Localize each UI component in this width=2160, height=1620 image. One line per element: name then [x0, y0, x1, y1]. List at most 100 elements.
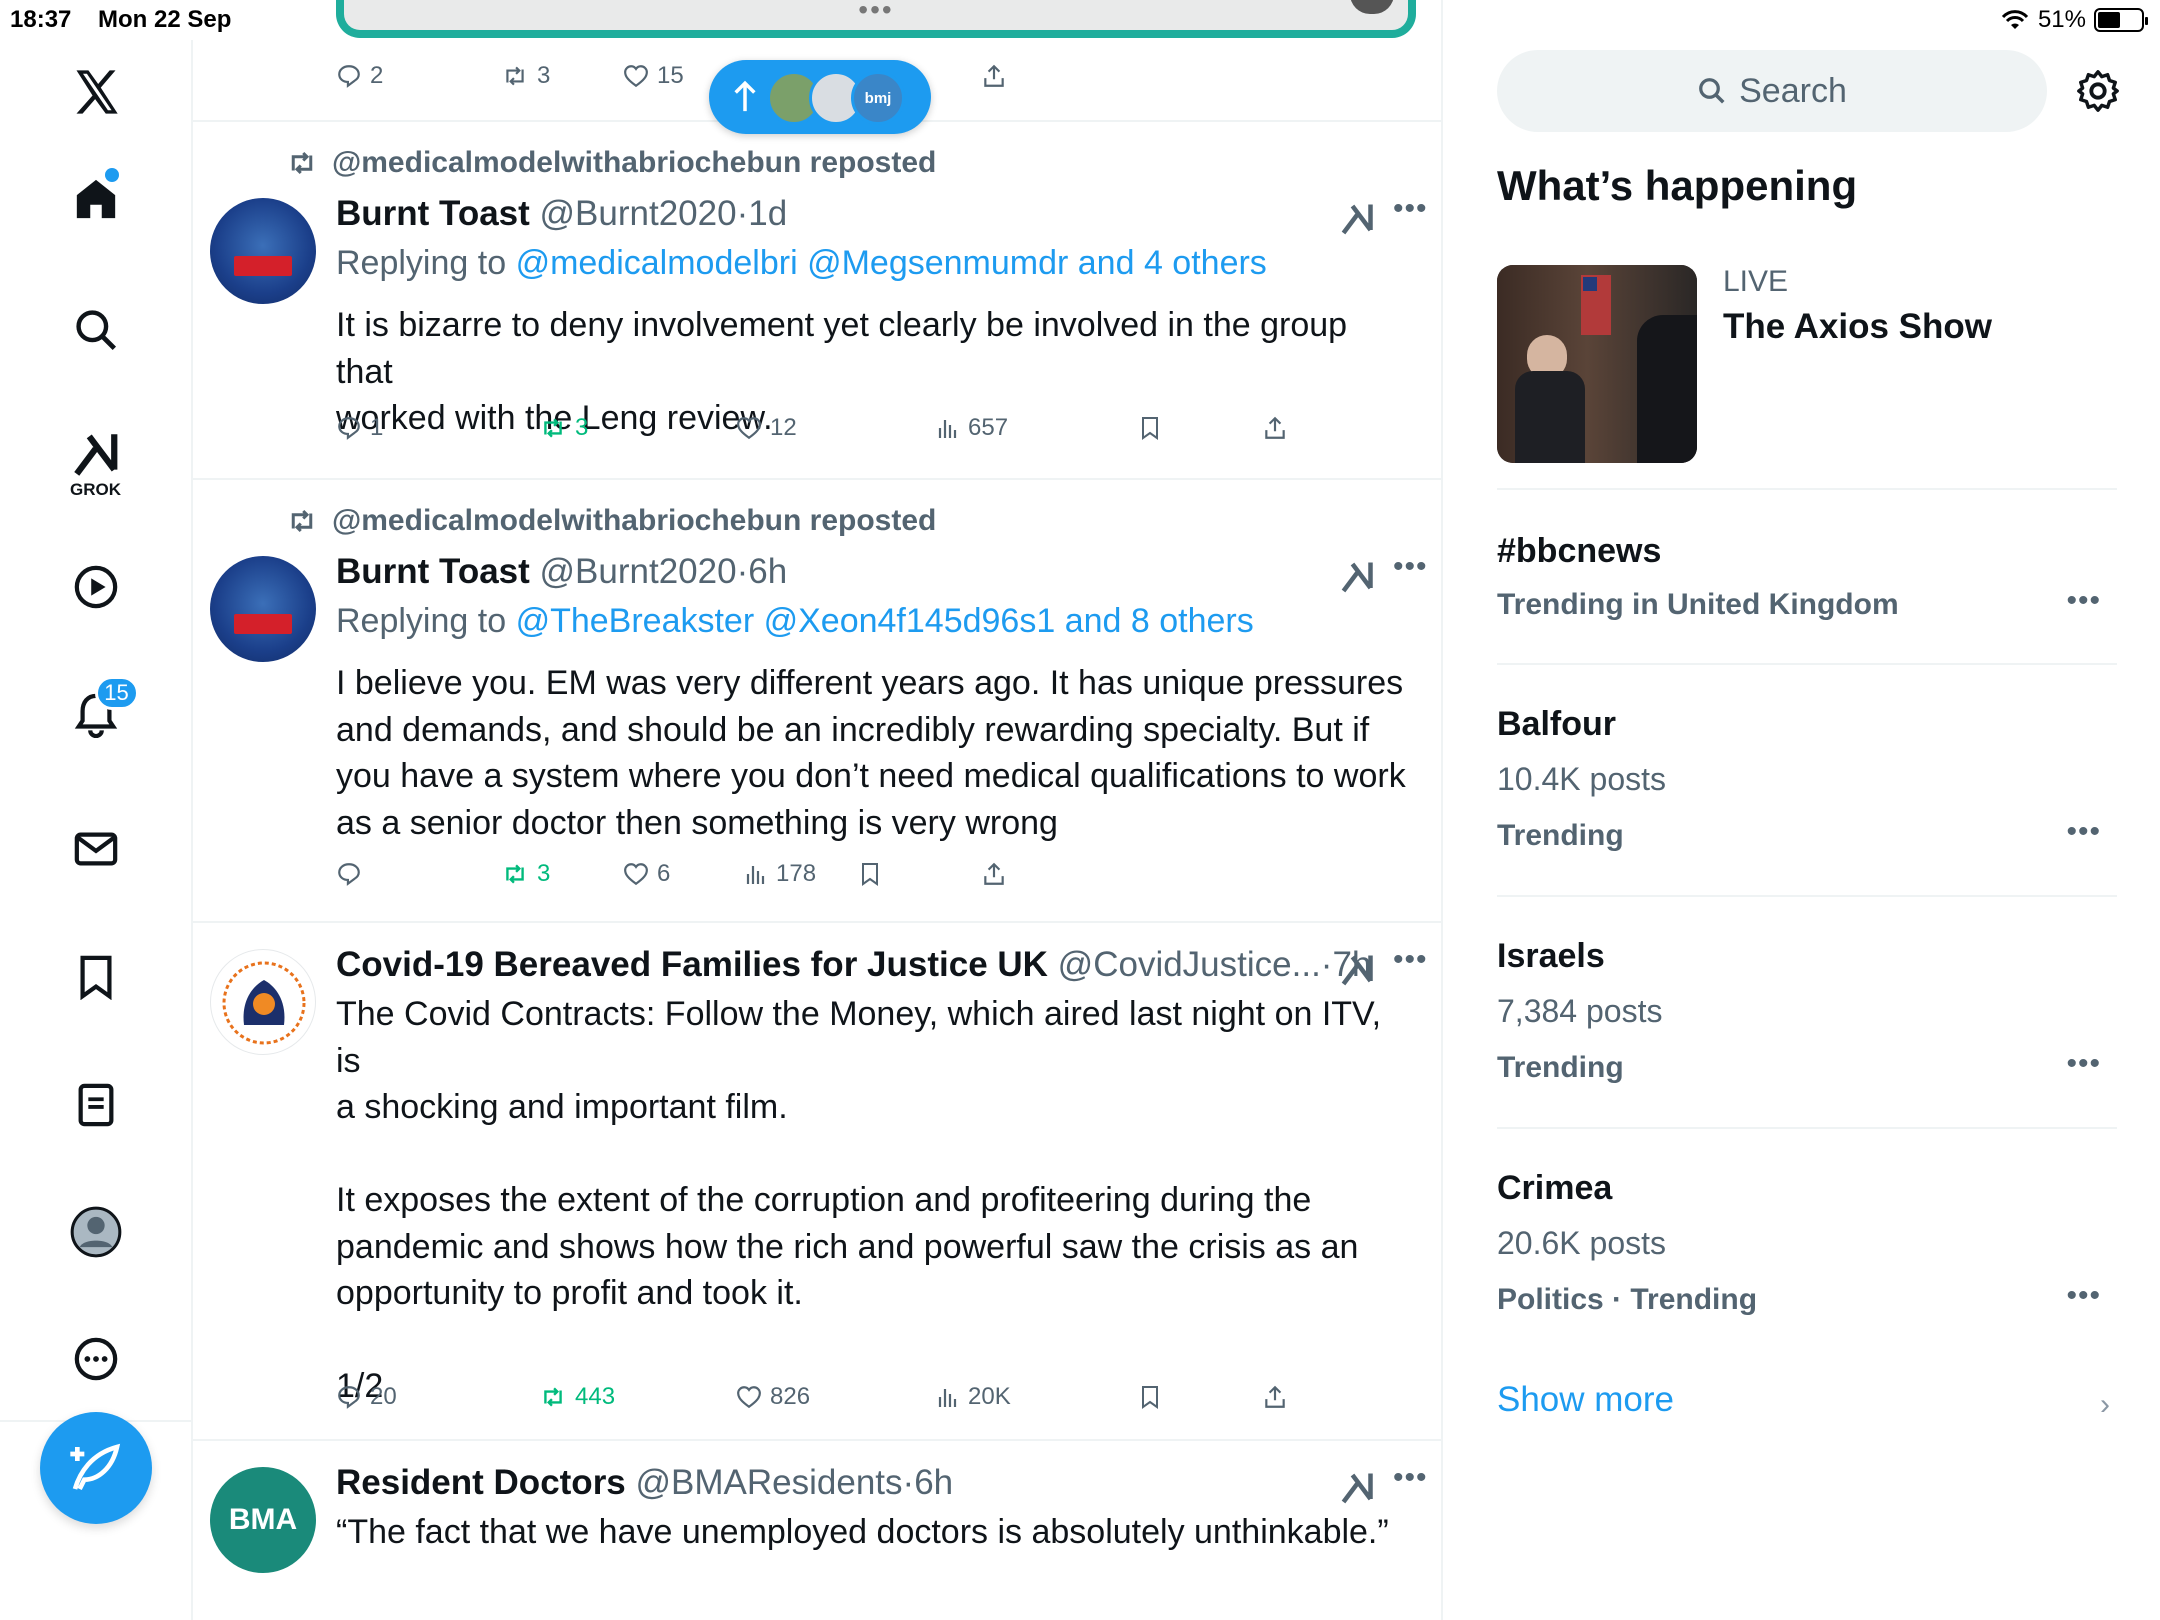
avatar[interactable] — [210, 949, 316, 1055]
author-handle[interactable]: @Burnt2020 — [540, 194, 737, 233]
share-button[interactable] — [981, 854, 1007, 894]
trend-name: #bbcnews — [1497, 532, 1662, 570]
grok-icon[interactable] — [1339, 200, 1375, 236]
lists-icon[interactable] — [73, 1082, 119, 1128]
repost-button[interactable]: 3 — [501, 56, 550, 96]
repost-button[interactable]: 3 — [539, 408, 588, 448]
like-button[interactable]: 826 — [736, 1377, 810, 1417]
author-handle[interactable]: @Burnt2020 — [540, 552, 737, 591]
like-button[interactable]: 12 — [736, 408, 797, 448]
video-icon[interactable] — [73, 564, 119, 610]
mute-icon[interactable] — [1350, 0, 1394, 14]
bookmark-button[interactable] — [1138, 408, 1162, 448]
like-button[interactable]: 6 — [623, 854, 670, 894]
search-input[interactable]: Search — [1497, 50, 2047, 132]
author-name[interactable]: Burnt Toast — [336, 552, 530, 591]
more-options-icon[interactable]: ••• — [1393, 192, 1428, 226]
tweet-actions: 3 6 178 — [336, 854, 1396, 894]
share-button[interactable] — [981, 56, 1007, 96]
more-options-icon[interactable]: ••• — [1393, 943, 1428, 977]
video-player[interactable]: ••• — [336, 0, 1416, 38]
avatar[interactable] — [210, 556, 316, 662]
trend-item[interactable]: Israels 7,384 posts Trending ••• — [1497, 897, 2117, 1129]
compose-button[interactable] — [40, 1412, 152, 1524]
trend-item[interactable]: #bbcnews Trending in United Kingdom ••• — [1497, 492, 2117, 665]
grok-icon[interactable] — [1339, 951, 1375, 987]
like-button[interactable]: 15 — [623, 56, 684, 96]
reply-button[interactable]: 1 — [336, 408, 383, 448]
gear-icon[interactable] — [2075, 68, 2121, 114]
live-event-card[interactable]: LIVE The Axios Show — [1497, 265, 2117, 490]
chevron-right-icon[interactable]: › — [2100, 1388, 2110, 1422]
grok-icon[interactable]: GROK — [70, 428, 121, 500]
separator: · — [1320, 945, 1333, 984]
views-button[interactable]: 657 — [936, 408, 1008, 448]
profile-icon[interactable] — [70, 1206, 122, 1258]
author-handle[interactable]: @BMAResidents — [636, 1463, 903, 1502]
more-options-icon[interactable]: ••• — [2066, 584, 2101, 618]
left-nav: GROK 15 — [0, 40, 193, 1620]
avatar-badge-shape — [234, 614, 292, 634]
video-menu-icon[interactable]: ••• — [858, 0, 893, 26]
tweet[interactable]: @medicalmodelwithabriochebun reposted Bu… — [193, 480, 1441, 923]
author-name[interactable]: Resident Doctors — [336, 1463, 626, 1502]
trend-item[interactable]: Balfour 10.4K posts Trending ••• — [1497, 665, 2117, 897]
views-button[interactable]: 178 — [744, 854, 816, 894]
avatar-badge-shape — [234, 256, 292, 276]
more-options-icon[interactable]: ••• — [1393, 550, 1428, 584]
repost-button[interactable]: 3 — [501, 854, 550, 894]
home-unread-dot — [104, 168, 119, 182]
reposted-by: @medicalmodelwithabriochebun reposted — [332, 504, 937, 537]
trend-name: Crimea — [1497, 1169, 1613, 1207]
author-handle[interactable]: @CovidJustice... — [1058, 945, 1321, 984]
bell-icon[interactable]: 15 — [73, 676, 139, 738]
reply-button[interactable] — [336, 854, 370, 894]
reply-button[interactable]: 20 — [336, 1377, 397, 1417]
replying-links[interactable]: @TheBreakster @Xeon4f145d96s1 and 8 othe… — [516, 602, 1254, 640]
bookmark-button[interactable] — [858, 854, 882, 894]
more-options-icon[interactable]: ••• — [1393, 1461, 1428, 1495]
search-icon[interactable] — [74, 308, 118, 352]
tweet[interactable]: BMA Resident Doctors @BMAResidents·6h ••… — [193, 1441, 1441, 1620]
more-icon[interactable] — [73, 1336, 119, 1382]
bookmark-button[interactable] — [1138, 1377, 1162, 1417]
avatar[interactable]: BMA — [210, 1467, 316, 1573]
mail-icon[interactable] — [73, 826, 119, 872]
tweet-time[interactable]: 6h — [914, 1463, 953, 1502]
share-button[interactable] — [1262, 408, 1288, 448]
author-name[interactable]: Burnt Toast — [336, 194, 530, 233]
author-name[interactable]: Covid-19 Bereaved Families for Justice U… — [336, 945, 1048, 984]
tweet-header: Covid-19 Bereaved Families for Justice U… — [336, 945, 1371, 985]
tweet-time[interactable]: 6h — [748, 552, 787, 591]
views-button[interactable]: 20K — [936, 1377, 1011, 1417]
avatar[interactable] — [210, 198, 316, 304]
more-options-icon[interactable]: ••• — [2066, 1047, 2101, 1081]
more-options-icon[interactable]: ••• — [2066, 815, 2101, 849]
grok-icon[interactable] — [1339, 558, 1375, 594]
tweet[interactable]: @medicalmodelwithabriochebun reposted Bu… — [193, 122, 1441, 480]
live-thumbnail[interactable] — [1497, 265, 1697, 463]
show-more-link[interactable]: Show more — [1497, 1380, 1674, 1420]
home-icon[interactable] — [73, 168, 119, 222]
like-count: 826 — [770, 1383, 811, 1410]
share-button[interactable] — [1262, 1377, 1288, 1417]
tweet-time[interactable]: 1d — [748, 194, 787, 233]
trend-item[interactable]: Crimea 20.6K posts Politics · Trending •… — [1497, 1129, 2117, 1329]
grok-icon[interactable] — [1339, 1469, 1375, 1505]
tweet[interactable]: Covid-19 Bereaved Families for Justice U… — [193, 923, 1441, 1441]
replying-links[interactable]: @medicalmodelbri @Megsenmumdr and 4 othe… — [516, 244, 1267, 282]
heart-icon — [624, 863, 648, 886]
bookmark-icon — [1142, 1386, 1158, 1409]
tweet-header: Resident Doctors @BMAResidents·6h — [336, 1463, 953, 1503]
repost-icon — [291, 509, 313, 533]
bookmark-icon[interactable] — [73, 954, 119, 1000]
reply-count: 2 — [370, 62, 384, 89]
bookmark-icon — [1142, 417, 1158, 440]
reply-button[interactable]: 2 — [336, 56, 383, 96]
trend-posts: 7,384 posts — [1497, 993, 1663, 1029]
tweet-text: The Covid Contracts: Follow the Money, w… — [336, 995, 1382, 1405]
repost-button[interactable]: 443 — [539, 1377, 615, 1417]
x-logo-icon[interactable] — [70, 66, 122, 118]
more-options-icon[interactable]: ••• — [2066, 1279, 2101, 1313]
heart-icon — [624, 65, 648, 88]
